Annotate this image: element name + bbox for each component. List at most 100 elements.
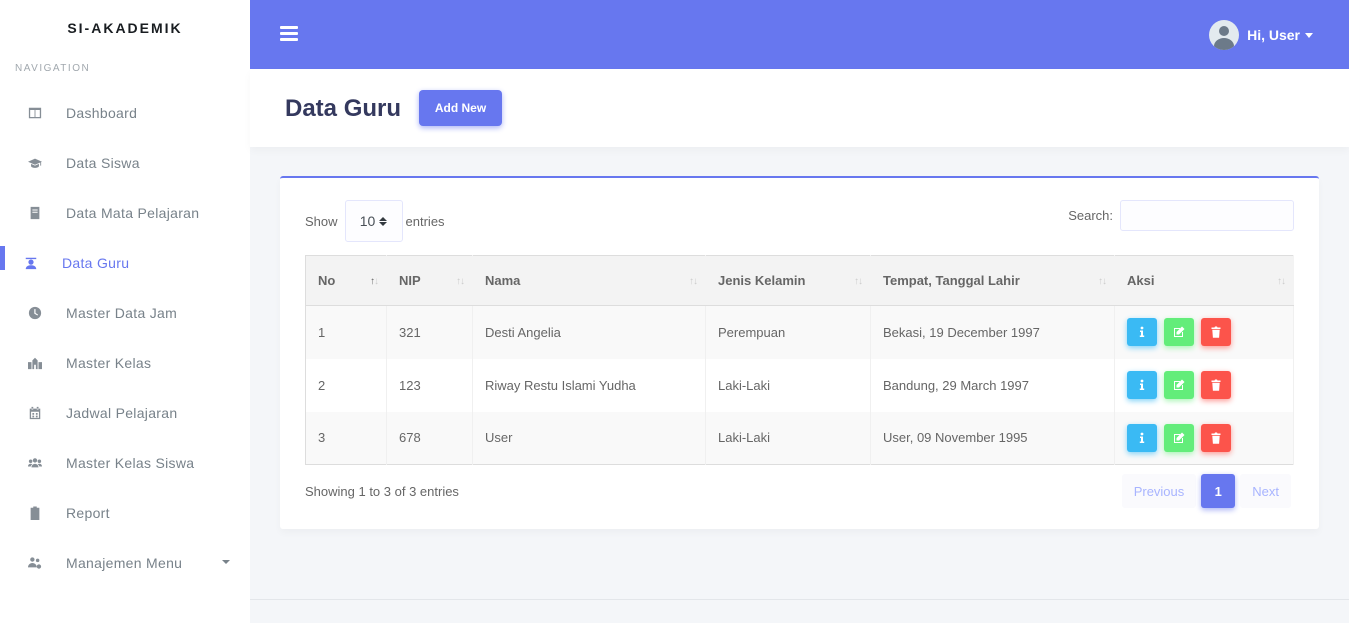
cell-aksi <box>1114 411 1294 465</box>
avatar <box>1209 20 1240 50</box>
column-header-ttl[interactable]: Tempat, Tanggal Lahir ↑↓ <box>870 255 1115 306</box>
data-table-card: Show 10 entries Search: No ↑↓ NIP ↑↓ Nama ↑… <box>280 176 1319 529</box>
sidebar-item-label: Report <box>66 505 110 521</box>
topbar: Hi, User <box>250 0 1349 69</box>
sidebar-item-label: Master Data Jam <box>66 305 178 321</box>
search-input[interactable] <box>1120 200 1294 231</box>
edit-icon <box>1174 432 1185 443</box>
next-page-button[interactable]: Next <box>1240 474 1291 508</box>
footer-divider <box>250 599 1349 600</box>
sidebar-item-master-kelas-siswa[interactable]: Master Kelas Siswa <box>0 438 250 488</box>
edit-button[interactable] <box>1164 318 1194 347</box>
book-icon <box>26 204 44 222</box>
previous-page-button[interactable]: Previous <box>1121 474 1197 508</box>
delete-button[interactable] <box>1201 423 1231 452</box>
school-icon <box>26 354 44 372</box>
table-row: 1 321 Desti Angelia Perempuan Bekasi, 19… <box>305 305 1294 359</box>
cell-nip: 123 <box>386 358 473 412</box>
column-header-nama[interactable]: Nama ↑↓ <box>472 255 706 306</box>
search-label: Search: <box>1068 208 1113 223</box>
info-icon <box>1139 326 1145 338</box>
sort-icon: ↑↓ <box>854 276 863 287</box>
info-icon <box>1139 432 1145 443</box>
entries-select-value: 10 <box>359 213 376 229</box>
brand-logo[interactable]: SI-AKADEMIK <box>0 0 250 56</box>
sort-arrows-icon <box>379 216 388 226</box>
sidebar-item-data-guru[interactable]: Data Guru <box>0 238 250 288</box>
table-header-row: No ↑↓ NIP ↑↓ Nama ↑↓ Jenis Kelamin ↑↓ Tempat… <box>305 255 1294 306</box>
show-label: Show <box>305 213 338 229</box>
table-info: Showing 1 to 3 of 3 entries <box>305 484 459 499</box>
sort-icon: ↑↓ <box>689 276 698 287</box>
sidebar-item-data-siswa[interactable]: Data Siswa <box>0 138 250 188</box>
sidebar-item-data-mata-pelajaran[interactable]: Data Mata Pelajaran <box>0 188 250 238</box>
add-new-button[interactable]: Add New <box>419 90 502 126</box>
nav-section-label: NAVIGATION <box>15 63 91 74</box>
sort-asc-icon: ↑↓ <box>370 276 379 287</box>
trash-icon <box>1211 379 1221 391</box>
sidebar: SI-AKADEMIK NAVIGATION Dashboard Data Si… <box>0 0 250 623</box>
cell-jenis-kelamin: Laki-Laki <box>705 411 871 465</box>
sidebar-item-label: Data Mata Pelajaran <box>66 205 200 221</box>
teacher-icon <box>22 254 40 272</box>
trash-icon <box>1211 326 1221 339</box>
sidebar-item-label: Dashboard <box>66 105 138 121</box>
column-header-nip[interactable]: NIP ↑↓ <box>386 255 473 306</box>
sidebar-item-jadwal-pelajaran[interactable]: Jadwal Pelajaran <box>0 388 250 438</box>
info-button[interactable] <box>1127 423 1157 452</box>
chevron-down-icon <box>1305 32 1313 38</box>
cell-aksi <box>1114 305 1294 359</box>
edit-icon <box>1174 326 1185 338</box>
edit-button[interactable] <box>1164 371 1194 399</box>
cell-nama: User <box>472 411 706 465</box>
user-menu[interactable]: Hi, User <box>1209 20 1313 50</box>
sidebar-item-label: Master Kelas <box>66 355 152 371</box>
cell-nama: Desti Angelia <box>472 305 706 359</box>
edit-button[interactable] <box>1164 423 1194 452</box>
data-table: No ↑↓ NIP ↑↓ Nama ↑↓ Jenis Kelamin ↑↓ Tempat… <box>305 255 1294 465</box>
entries-length-control: Show 10 entries <box>305 200 445 242</box>
clock-icon <box>26 304 44 322</box>
table-row: 3 678 User Laki-Laki User, 09 November 1… <box>305 411 1294 465</box>
sort-icon: ↑↓ <box>1098 276 1107 287</box>
info-button[interactable] <box>1127 318 1157 347</box>
sidebar-item-master-data-jam[interactable]: Master Data Jam <box>0 288 250 338</box>
cell-jenis-kelamin: Laki-Laki <box>705 358 871 412</box>
delete-button[interactable] <box>1201 371 1231 399</box>
sidebar-item-master-kelas[interactable]: Master Kelas <box>0 338 250 388</box>
table-row: 2 123 Riway Restu Islami Yudha Laki-Laki… <box>305 358 1294 412</box>
graduation-cap-icon <box>26 154 44 172</box>
edit-icon <box>1174 379 1185 390</box>
menu-toggle-icon[interactable] <box>280 26 298 42</box>
cell-ttl: User, 09 November 1995 <box>870 411 1115 465</box>
users-cog-icon <box>26 554 44 572</box>
cell-aksi <box>1114 358 1294 412</box>
sidebar-item-dashboard[interactable]: Dashboard <box>0 88 250 138</box>
sidebar-item-label: Data Guru <box>62 255 130 271</box>
column-header-aksi[interactable]: Aksi ↑↓ <box>1114 255 1294 306</box>
sort-icon: ↑↓ <box>456 276 465 287</box>
search-control: Search: <box>1068 200 1294 231</box>
cell-nip: 678 <box>386 411 473 465</box>
sidebar-item-label: Jadwal Pelajaran <box>66 405 178 421</box>
delete-button[interactable] <box>1201 318 1231 347</box>
users-icon <box>26 454 44 472</box>
sidebar-item-report[interactable]: Report <box>0 488 250 538</box>
page-1-button[interactable]: 1 <box>1201 474 1236 508</box>
column-header-no[interactable]: No ↑↓ <box>305 255 387 306</box>
cell-nip: 321 <box>386 305 473 359</box>
pagination: Previous 1 Next <box>1121 474 1291 508</box>
calendar-icon <box>26 404 44 422</box>
entries-select[interactable]: 10 <box>344 200 403 242</box>
info-button[interactable] <box>1127 371 1157 399</box>
chevron-down-icon <box>222 560 230 564</box>
info-icon <box>1139 379 1145 390</box>
columns-icon <box>26 104 44 122</box>
column-header-jenis-kelamin[interactable]: Jenis Kelamin ↑↓ <box>705 255 871 306</box>
cell-no: 2 <box>305 358 387 412</box>
cell-ttl: Bekasi, 19 December 1997 <box>870 305 1115 359</box>
section-header: Data Guru Add New <box>250 69 1349 147</box>
trash-icon <box>1211 432 1221 444</box>
sidebar-item-manajemen-menu[interactable]: Manajemen Menu <box>0 538 250 588</box>
cell-nama: Riway Restu Islami Yudha <box>472 358 706 412</box>
